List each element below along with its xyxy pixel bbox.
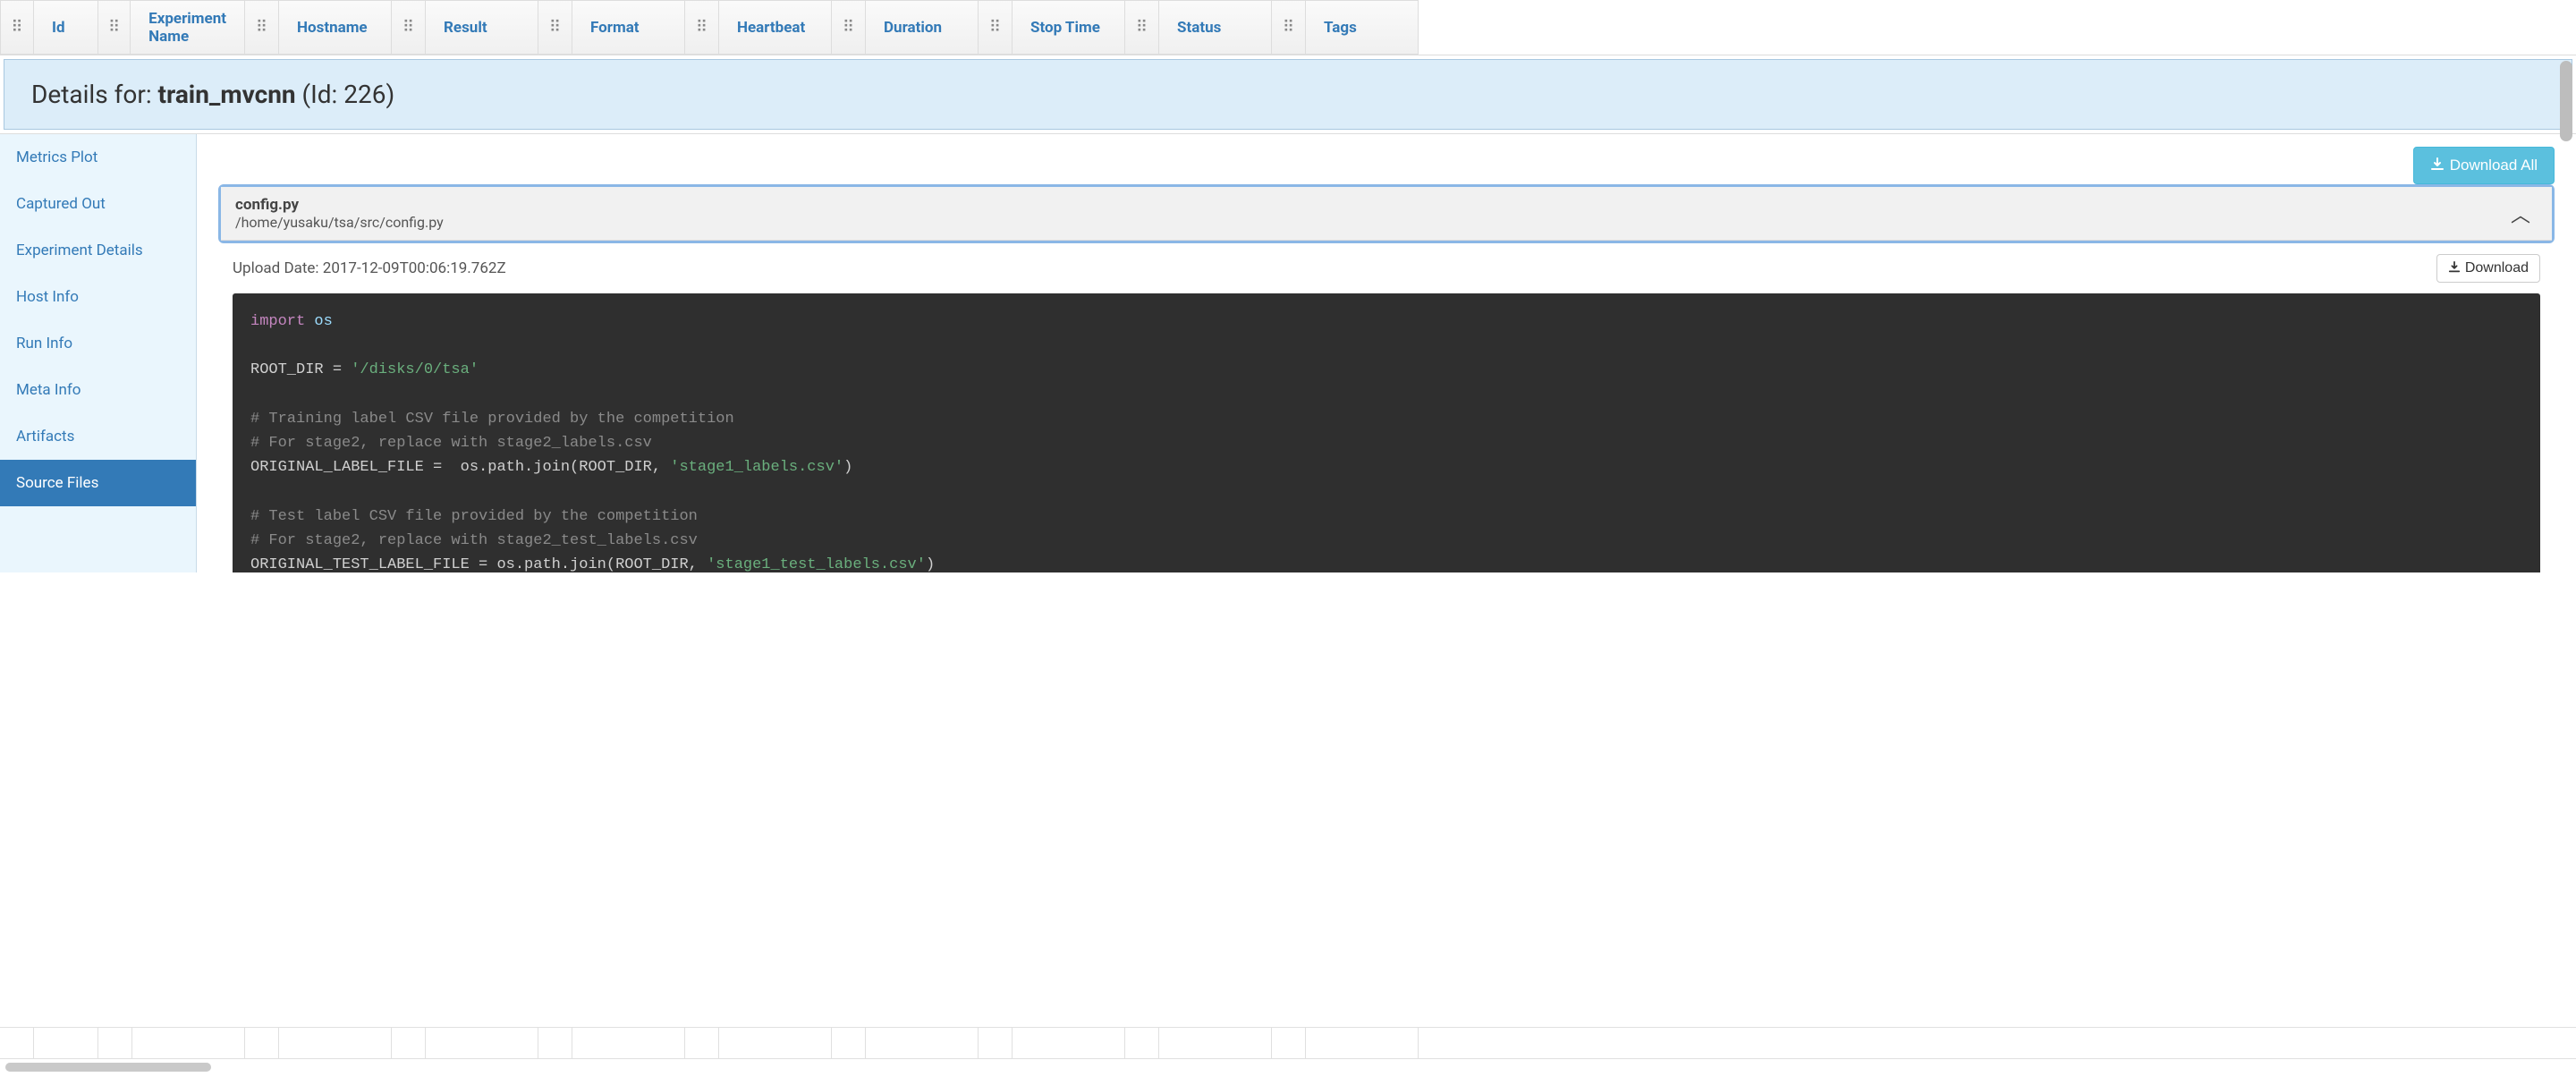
chevron-up-icon[interactable]: ︿ <box>2504 199 2538 228</box>
table-cell <box>1159 1028 1272 1058</box>
column-experiment_name: Experiment Name <box>98 0 245 55</box>
column-header-result[interactable]: Result <box>426 0 538 55</box>
download-file-button[interactable]: Download <box>2436 254 2540 283</box>
drag-handle-icon[interactable] <box>832 0 866 55</box>
drag-handle-icon[interactable] <box>538 0 572 55</box>
table-cell <box>1272 1028 1306 1058</box>
column-header-stop_time[interactable]: Stop Time <box>1013 0 1125 55</box>
table-cell <box>866 1028 979 1058</box>
horizontal-scrollbar[interactable] <box>5 1063 211 1072</box>
table-cell <box>132 1028 245 1058</box>
sidebar-item-metrics[interactable]: Metrics Plot <box>0 134 196 181</box>
table-cell <box>719 1028 832 1058</box>
column-status: Status <box>1125 0 1272 55</box>
drag-handle-icon[interactable] <box>0 0 34 55</box>
details-id: (Id: 226) <box>296 80 395 109</box>
table-footer-row <box>0 1027 2576 1059</box>
sidebar: Metrics PlotCaptured OutExperiment Detai… <box>0 134 197 572</box>
table-cell <box>538 1028 572 1058</box>
drag-handle-icon[interactable] <box>98 0 131 55</box>
file-header[interactable]: config.py /home/yusaku/tsa/src/config.py… <box>221 187 2552 241</box>
column-result: Result <box>392 0 538 55</box>
file-panel: config.py /home/yusaku/tsa/src/config.py… <box>218 184 2555 243</box>
content-pane: Download All config.py /home/yusaku/tsa/… <box>197 134 2576 572</box>
table-cell <box>832 1028 866 1058</box>
drag-handle-icon[interactable] <box>979 0 1013 55</box>
column-heartbeat: Heartbeat <box>685 0 832 55</box>
table-cell <box>1306 1028 1419 1058</box>
sidebar-item-metainfo[interactable]: Meta Info <box>0 367 196 413</box>
column-hostname: Hostname <box>245 0 392 55</box>
details-banner: Details for: train_mvcnn (Id: 226) <box>4 59 2572 130</box>
details-experiment-name: train_mvcnn <box>158 80 296 109</box>
column-format: Format <box>538 0 685 55</box>
table-cell <box>0 1028 34 1058</box>
column-tags: Tags <box>1272 0 1419 55</box>
table-cell <box>279 1028 392 1058</box>
table-cell <box>572 1028 685 1058</box>
table-header: Id Experiment Name Hostname Result Format Hea… <box>0 0 2576 55</box>
column-stop_time: Stop Time <box>979 0 1125 55</box>
table-cell <box>685 1028 719 1058</box>
sidebar-item-runinfo[interactable]: Run Info <box>0 320 196 367</box>
sidebar-item-expdet[interactable]: Experiment Details <box>0 227 196 274</box>
sidebar-item-source[interactable]: Source Files <box>0 460 196 506</box>
file-path: /home/yusaku/tsa/src/config.py <box>235 214 2504 231</box>
table-cell <box>1013 1028 1125 1058</box>
table-cell <box>98 1028 132 1058</box>
upload-date: Upload Date: 2017-12-09T00:06:19.762Z <box>233 259 2436 277</box>
column-id: Id <box>0 0 98 55</box>
code-block: import os ROOT_DIR = '/disks/0/tsa' # Tr… <box>233 293 2540 572</box>
column-header-hostname[interactable]: Hostname <box>279 0 392 55</box>
column-header-duration[interactable]: Duration <box>866 0 979 55</box>
download-all-button[interactable]: Download All <box>2413 147 2555 184</box>
column-header-heartbeat[interactable]: Heartbeat <box>719 0 832 55</box>
table-cell <box>392 1028 426 1058</box>
column-header-status[interactable]: Status <box>1159 0 1272 55</box>
download-icon <box>2430 157 2445 174</box>
vertical-scrollbar[interactable] <box>2560 61 2572 141</box>
table-cell <box>426 1028 538 1058</box>
file-name: config.py <box>235 196 2504 214</box>
download-file-label: Download <box>2465 260 2529 276</box>
column-header-experiment_name[interactable]: Experiment Name <box>131 0 245 55</box>
sidebar-item-artifacts[interactable]: Artifacts <box>0 413 196 460</box>
drag-handle-icon[interactable] <box>1272 0 1306 55</box>
sidebar-item-captured[interactable]: Captured Out <box>0 181 196 227</box>
table-cell <box>245 1028 279 1058</box>
download-all-label: Download All <box>2450 157 2538 174</box>
table-cell <box>1125 1028 1159 1058</box>
column-duration: Duration <box>832 0 979 55</box>
table-cell <box>979 1028 1013 1058</box>
drag-handle-icon[interactable] <box>392 0 426 55</box>
column-header-id[interactable]: Id <box>34 0 98 55</box>
drag-handle-icon[interactable] <box>245 0 279 55</box>
column-header-format[interactable]: Format <box>572 0 685 55</box>
details-prefix: Details for: <box>31 80 158 109</box>
drag-handle-icon[interactable] <box>685 0 719 55</box>
table-cell <box>34 1028 98 1058</box>
column-header-tags[interactable]: Tags <box>1306 0 1419 55</box>
drag-handle-icon[interactable] <box>1125 0 1159 55</box>
sidebar-item-hostinfo[interactable]: Host Info <box>0 274 196 320</box>
